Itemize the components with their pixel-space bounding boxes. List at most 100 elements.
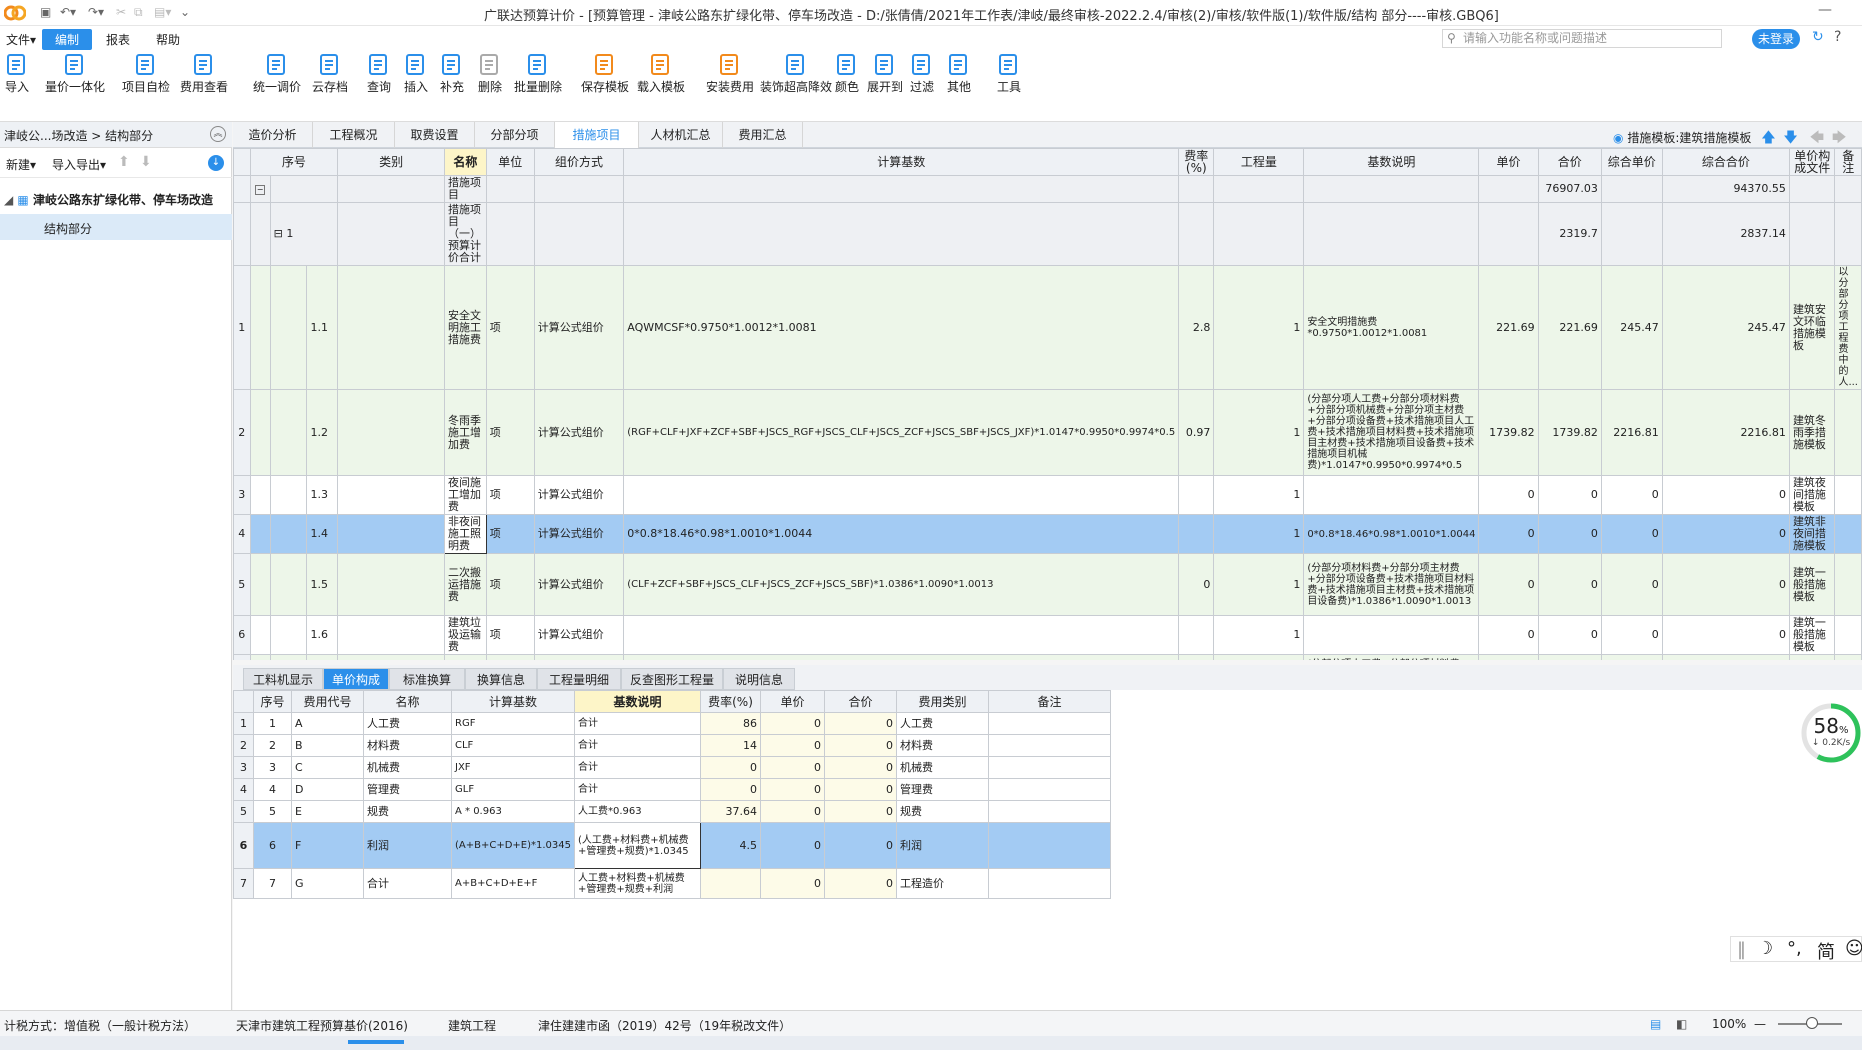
- base-description-cell[interactable]: 合计: [574, 734, 702, 757]
- unit-cell[interactable]: 项: [485, 553, 535, 616]
- seq-cell[interactable]: 1.7: [306, 654, 339, 660]
- detail-tab-1[interactable]: 单价构成: [323, 668, 389, 690]
- composition-row[interactable]: 1 1 A 人工费 RGF 合计 86 0 0 人工费: [233, 712, 1112, 735]
- toolbar-other-button[interactable]: 其他: [944, 52, 974, 94]
- name-cell[interactable]: 非夜间施工照明费: [444, 514, 487, 554]
- toolbar-cloud-button[interactable]: 云存档: [306, 52, 354, 94]
- unit-cell[interactable]: 项: [485, 615, 535, 655]
- seq-cell[interactable]: 1.1: [306, 265, 339, 390]
- copy-icon[interactable]: ⧉: [134, 5, 143, 20]
- row-index[interactable]: 4: [233, 514, 251, 554]
- name-cell[interactable]: 夜间施工增加费: [444, 475, 487, 515]
- detail-tab-0[interactable]: 工料机显示: [243, 668, 323, 690]
- col-header-2[interactable]: 名称: [444, 148, 487, 176]
- note-cell[interactable]: [988, 712, 1112, 735]
- paste-icon[interactable]: ▤▾: [154, 5, 171, 19]
- name-cell[interactable]: 合计: [363, 868, 452, 899]
- col-header-13[interactable]: 单价构成文件: [1788, 148, 1836, 176]
- note-cell[interactable]: [1834, 654, 1862, 660]
- arrow-right-icon[interactable]: 🡆: [1832, 130, 1846, 146]
- rate-cell[interactable]: 37.64: [700, 800, 762, 823]
- row-index[interactable]: 2: [233, 389, 251, 476]
- detail-tab-6[interactable]: 说明信息: [723, 668, 795, 690]
- composition-header-5[interactable]: 费率(%): [700, 690, 762, 713]
- rate-cell[interactable]: [1178, 175, 1215, 203]
- toolbar-save-template-button[interactable]: 保存模板: [577, 52, 633, 94]
- base-description-cell[interactable]: 合计: [574, 712, 702, 735]
- tab-1[interactable]: 工程概况: [313, 122, 395, 148]
- fee-type-cell[interactable]: 人工费: [896, 712, 990, 735]
- tab-6[interactable]: 费用汇总: [723, 122, 803, 148]
- composition-row[interactable]: 7 7 G 合计 A+B+C+D+E+F 人工费+材料费+机械费+管理费+规费+利润 0 0 工…: [233, 868, 1112, 899]
- unit-cell[interactable]: [485, 175, 535, 203]
- seq-cell[interactable]: 1.3: [306, 475, 339, 515]
- category-cell[interactable]: [337, 514, 446, 554]
- cut-icon[interactable]: ✂: [116, 5, 126, 19]
- category-cell[interactable]: [337, 654, 446, 660]
- col-header-3[interactable]: 单位: [485, 148, 535, 176]
- name-cell[interactable]: 措施项目（一）预算计价合计: [444, 202, 487, 266]
- name-cell[interactable]: 冬雨季施工增加费: [444, 389, 487, 476]
- quantity-cell[interactable]: 1: [1213, 654, 1305, 660]
- seq-cell[interactable]: 1.5: [306, 553, 339, 616]
- base-cell[interactable]: (RGF+CLF+JXF+ZCF+SBF+JSCS_RGF+JSCS_CLF+J…: [623, 654, 1180, 660]
- rate-cell[interactable]: 2.8: [1178, 265, 1215, 390]
- fee-type-cell[interactable]: 机械费: [896, 756, 990, 779]
- base-cell[interactable]: [623, 175, 1180, 203]
- composition-header-8[interactable]: 费用类别: [896, 690, 990, 713]
- code-cell[interactable]: B: [291, 734, 364, 757]
- rate-cell[interactable]: 0: [700, 778, 762, 801]
- note-cell[interactable]: [988, 868, 1112, 899]
- name-cell[interactable]: 人工费: [363, 712, 452, 735]
- base-description-cell[interactable]: [1303, 615, 1480, 655]
- col-header-10[interactable]: 合价: [1537, 148, 1602, 176]
- method-cell[interactable]: 计算公式组价: [533, 265, 625, 390]
- base-cell[interactable]: A * 0.963: [450, 800, 576, 823]
- toolbar-quantity-button[interactable]: 量价一体化: [38, 52, 112, 94]
- tree-root-project[interactable]: ◢ ▦ 津岐公路东扩绿化带、停车场改造: [0, 188, 232, 210]
- expand-icon[interactable]: ◢: [4, 193, 13, 207]
- col-header-12[interactable]: 综合合价: [1661, 148, 1790, 176]
- toolbar-adjust-button[interactable]: 统一调价: [246, 52, 308, 94]
- seq-cell[interactable]: ⊟ 1: [269, 202, 339, 266]
- detail-tab-2[interactable]: 标准换算: [389, 668, 465, 690]
- move-up-icon[interactable]: ⬆: [118, 154, 130, 170]
- base-cell[interactable]: RGF: [450, 712, 576, 735]
- method-cell[interactable]: 计算公式组价: [533, 553, 625, 616]
- unit-cell[interactable]: 项: [485, 475, 535, 515]
- row-index[interactable]: 6: [233, 822, 254, 869]
- category-cell[interactable]: [337, 175, 446, 203]
- name-cell[interactable]: 建筑垃圾运输费: [444, 615, 487, 655]
- note-cell[interactable]: [1834, 175, 1862, 203]
- base-description-cell[interactable]: 人工费*0.963: [574, 800, 702, 823]
- measure-row[interactable]: 3 1.3 夜间施工增加费项计算公式组价 1 0 0 0 0 建筑夜间措施模板: [233, 475, 1862, 515]
- base-cell[interactable]: GLF: [450, 778, 576, 801]
- seq-cell[interactable]: 6: [253, 822, 292, 869]
- note-cell[interactable]: [988, 756, 1112, 779]
- seq-cell[interactable]: 5: [253, 800, 292, 823]
- tab-2[interactable]: 取费设置: [395, 122, 475, 148]
- toolbar-filter-button[interactable]: 过滤: [906, 52, 938, 94]
- login-button[interactable]: 未登录: [1752, 29, 1800, 49]
- category-cell[interactable]: [337, 202, 446, 266]
- tab-4[interactable]: 措施项目: [555, 122, 639, 148]
- category-cell[interactable]: [337, 553, 446, 616]
- row-index[interactable]: 5: [233, 553, 251, 616]
- composition-header-3[interactable]: 计算基数: [450, 690, 576, 713]
- rate-cell[interactable]: 0.97: [1178, 389, 1215, 476]
- punctuation-toggle[interactable]: °,: [1787, 938, 1802, 959]
- base-description-cell[interactable]: 安全文明措施费*0.9750*1.0012*1.0081: [1303, 265, 1480, 390]
- note-cell[interactable]: 以分部分项工程费中的人...: [1834, 265, 1862, 390]
- seq-cell[interactable]: 3: [253, 756, 292, 779]
- quantity-cell[interactable]: 1: [1213, 265, 1305, 390]
- arrow-up-icon[interactable]: 🡅: [1761, 130, 1775, 146]
- toolbar-import-button[interactable]: 导入: [4, 52, 30, 94]
- base-cell[interactable]: 0*0.8*18.46*0.98*1.0010*1.0044: [623, 514, 1180, 554]
- customize-icon[interactable]: ⌄: [180, 5, 190, 19]
- rate-cell[interactable]: [1178, 475, 1215, 515]
- category-cell[interactable]: [337, 615, 446, 655]
- template-cell[interactable]: 建筑冬雨季措施模板: [1788, 389, 1836, 476]
- arrow-down-icon[interactable]: 🡇: [1783, 130, 1797, 146]
- col-header-11[interactable]: 综合单价: [1600, 148, 1663, 176]
- template-cell[interactable]: 建筑安文环临措施模板: [1788, 265, 1836, 390]
